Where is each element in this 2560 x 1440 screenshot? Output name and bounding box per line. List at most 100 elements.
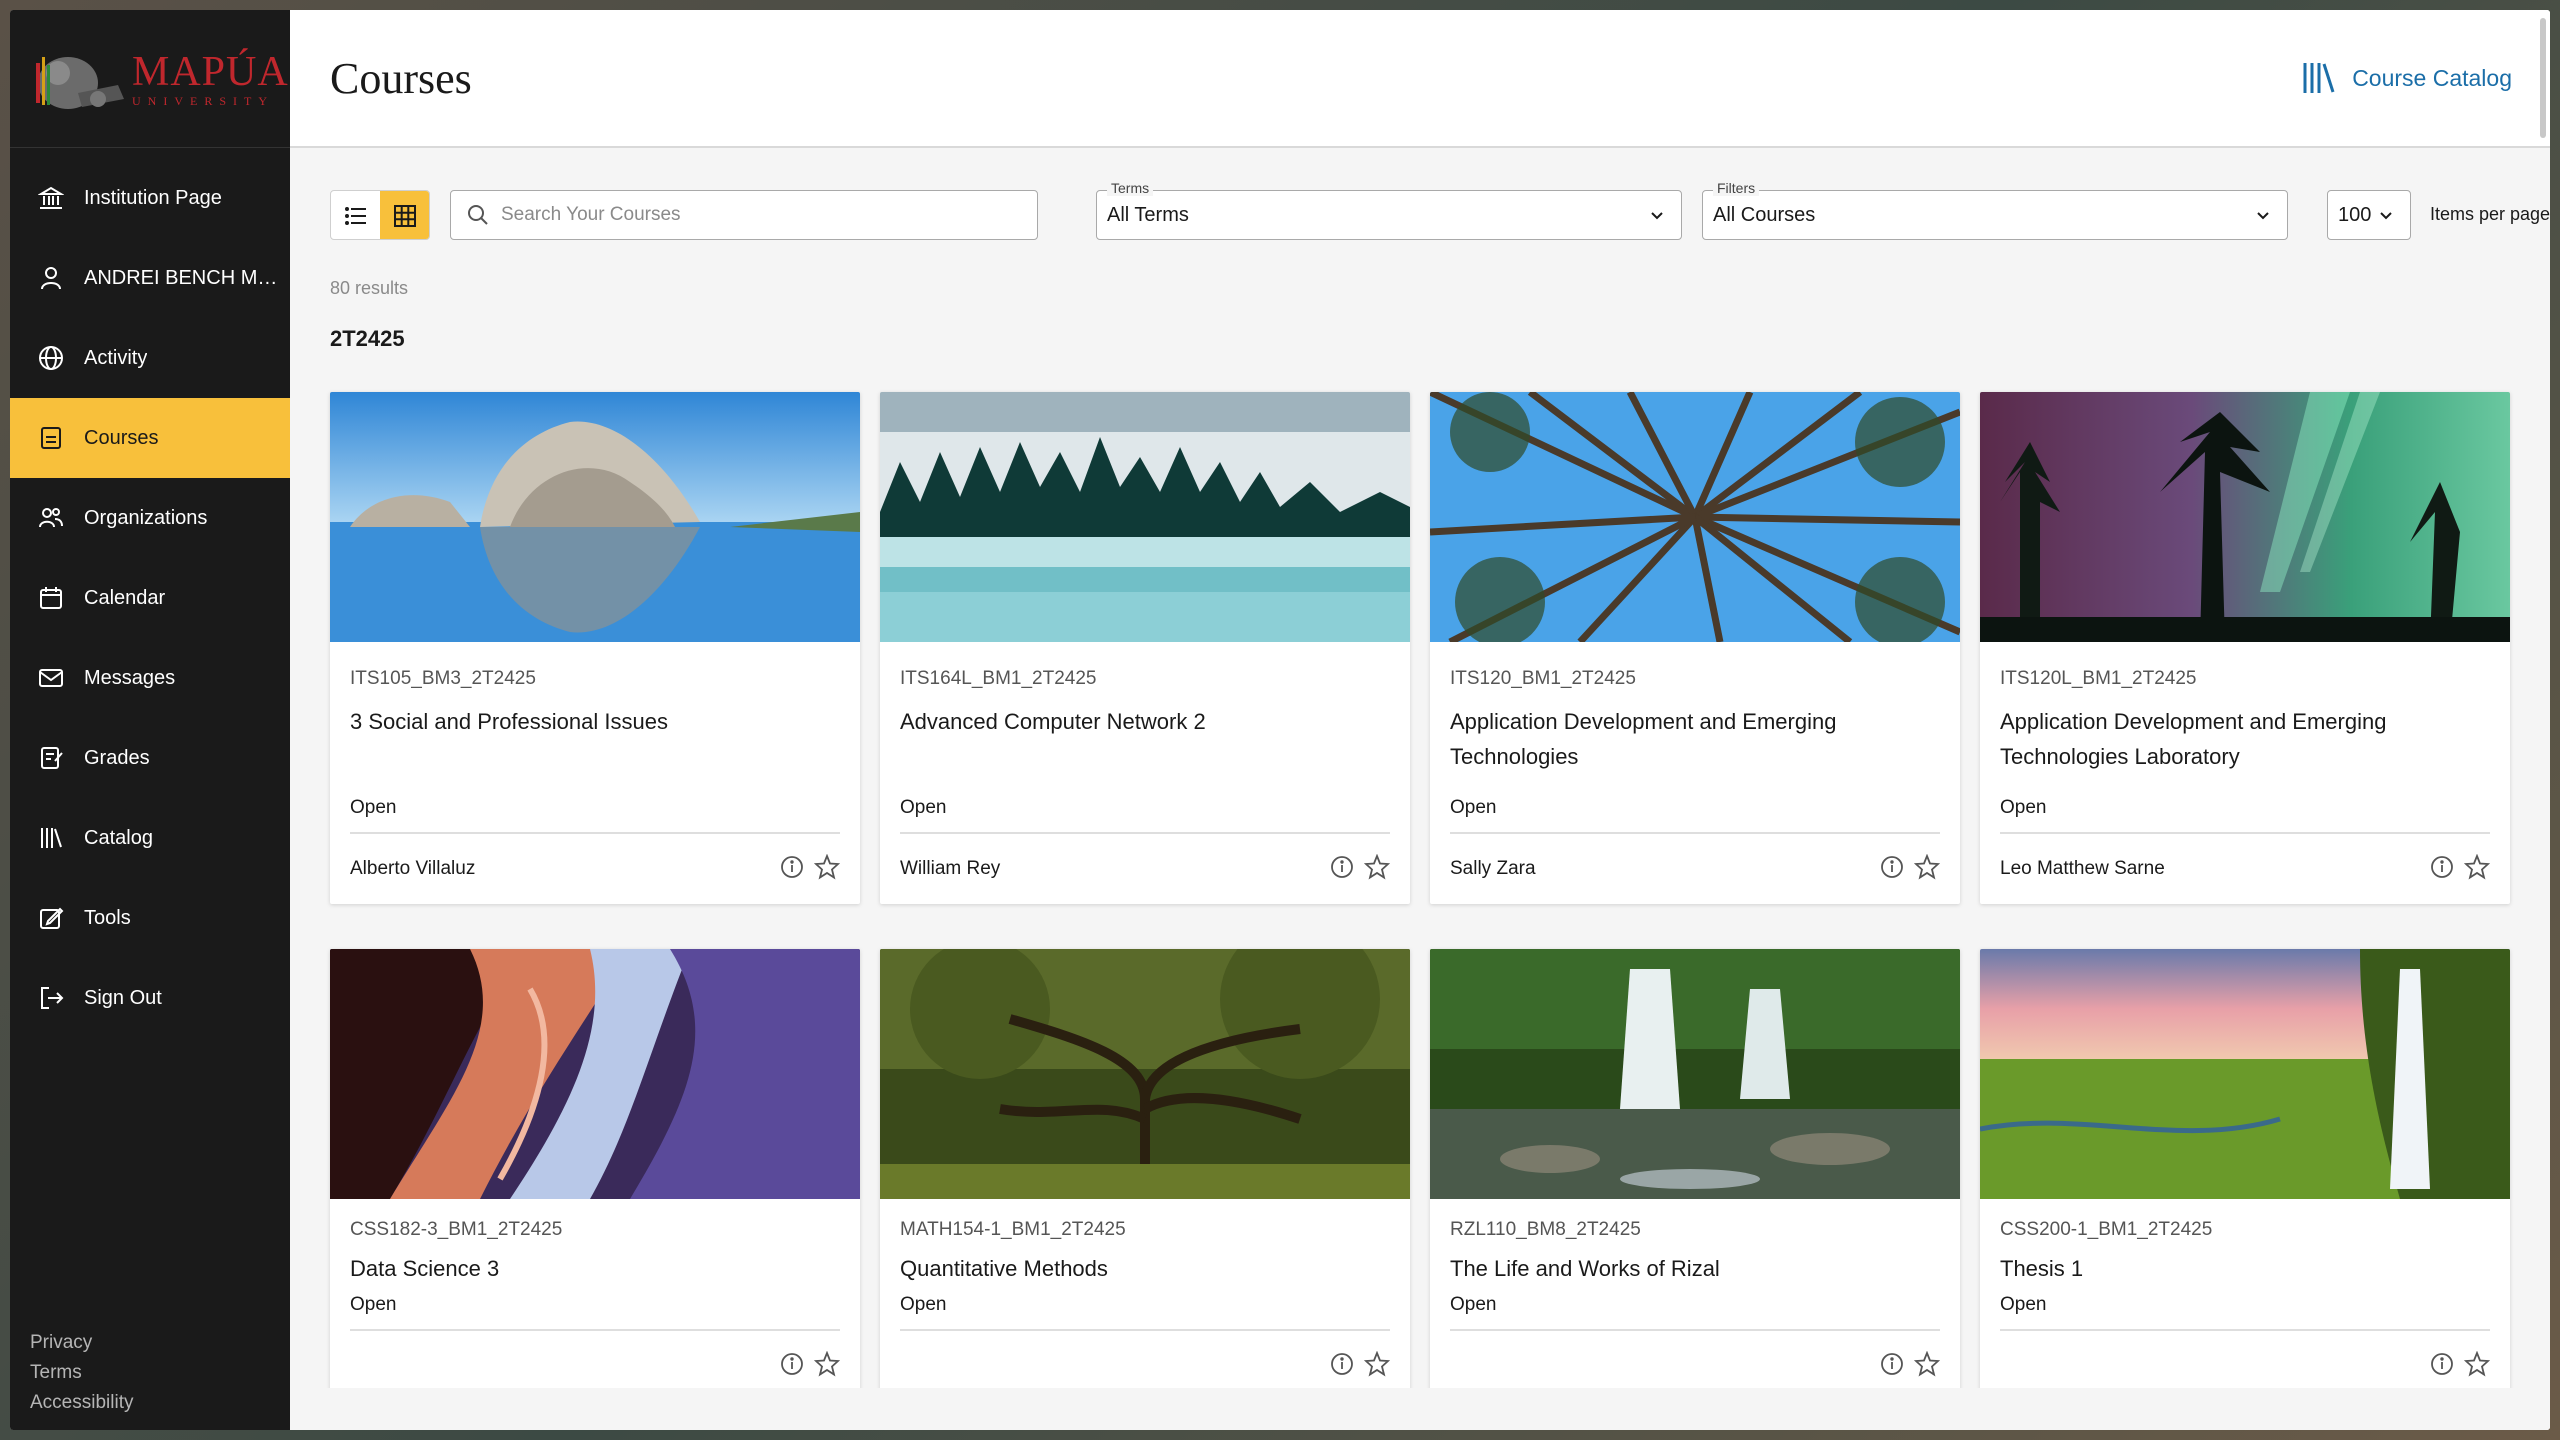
- course-instructor: Leo Matthew Sarne: [2000, 858, 2165, 879]
- course-thumbnail-forest-tree: [880, 949, 1410, 1199]
- course-name[interactable]: Advanced Computer Network 2: [900, 704, 1370, 739]
- sidebar-item-label: Sign Out: [84, 986, 162, 1009]
- course-thumbnail-waterfall-valley: [1980, 949, 2510, 1199]
- sidebar-item-label: Messages: [84, 666, 176, 689]
- grid-view-button[interactable]: [380, 191, 429, 239]
- course-card[interactable]: ITS120_BM1_2T2425 Application Developmen…: [1430, 392, 1960, 904]
- course-thumbnail-waterfall-stream: [1430, 949, 1960, 1199]
- course-name[interactable]: 3 Social and Professional Issues: [350, 704, 820, 739]
- filters-label: Filters: [1713, 180, 1760, 196]
- star-icon[interactable]: [1914, 1351, 1940, 1377]
- accessibility-link[interactable]: Accessibility: [30, 1388, 133, 1418]
- course-catalog-link[interactable]: Course Catalog: [2300, 60, 2512, 96]
- course-thumbnail-lake-rocks: [330, 392, 860, 642]
- catalog-icon: [36, 823, 66, 853]
- scrollbar[interactable]: [2540, 18, 2546, 138]
- tools-icon: [36, 903, 66, 933]
- sidebar-item-tools[interactable]: Tools: [10, 878, 290, 958]
- course-name[interactable]: Application Development and Emerging Tec…: [1450, 704, 1920, 774]
- brand-name: MAPÚA: [132, 48, 289, 95]
- info-icon[interactable]: [1330, 1352, 1354, 1376]
- course-status: Open: [1450, 797, 1497, 818]
- sidebar-item-label: Catalog: [84, 826, 153, 849]
- star-icon[interactable]: [814, 1351, 840, 1377]
- items-per-page-select[interactable]: 100: [2327, 190, 2411, 240]
- course-instructor: Sally Zara: [1450, 858, 1536, 879]
- sign-out-icon: [36, 983, 66, 1013]
- sidebar-item-institution-page[interactable]: Institution Page: [10, 158, 290, 238]
- course-catalog-label: Course Catalog: [2352, 64, 2512, 91]
- grid-icon: [393, 205, 416, 227]
- course-status: Open: [2000, 1294, 2047, 1315]
- calendar-icon: [36, 583, 66, 613]
- sidebar-item-activity[interactable]: Activity: [10, 318, 290, 398]
- course-code: ITS120_BM1_2T2425: [1450, 668, 1636, 689]
- terms-select[interactable]: Terms All Terms: [1096, 180, 1682, 240]
- course-status: Open: [900, 797, 947, 818]
- sidebar-item-messages[interactable]: Messages: [10, 638, 290, 718]
- course-card[interactable]: ITS105_BM3_2T2425 3 Social and Professio…: [330, 392, 860, 904]
- terms-label: Terms: [1107, 180, 1154, 196]
- sidebar-item-profile[interactable]: ANDREI BENCH MAL...: [10, 238, 290, 318]
- info-icon[interactable]: [2430, 1352, 2454, 1376]
- search-input[interactable]: [501, 204, 1021, 226]
- course-card[interactable]: CSS182-3_BM1_2T2425 Data Science 3 Open: [330, 949, 860, 1430]
- sidebar-item-label: Activity: [84, 346, 148, 369]
- privacy-link[interactable]: Privacy: [30, 1328, 133, 1358]
- course-name[interactable]: The Life and Works of Rizal: [1450, 1251, 1920, 1286]
- sidebar-item-label: ANDREI BENCH MAL...: [84, 266, 289, 289]
- sidebar-item-grades[interactable]: Grades: [10, 718, 290, 798]
- sidebar-item-courses[interactable]: Courses: [10, 398, 290, 478]
- course-name[interactable]: Application Development and Emerging Tec…: [2000, 704, 2470, 774]
- course-code: RZL110_BM8_2T2425: [1450, 1219, 1641, 1240]
- star-icon[interactable]: [1364, 1351, 1390, 1377]
- divider: [900, 1329, 1390, 1331]
- globe-icon: [36, 343, 66, 373]
- courses-icon: [36, 423, 66, 453]
- info-icon[interactable]: [2430, 855, 2454, 879]
- list-view-button[interactable]: [331, 191, 380, 239]
- chevron-down-icon: [2380, 212, 2392, 220]
- sidebar-item-calendar[interactable]: Calendar: [10, 558, 290, 638]
- view-toggle: [330, 190, 430, 240]
- course-name[interactable]: Data Science 3: [350, 1251, 820, 1286]
- logo[interactable]: MAPÚA UNIVERSITY: [10, 10, 290, 148]
- sidebar-item-catalog[interactable]: Catalog: [10, 798, 290, 878]
- course-name[interactable]: Quantitative Methods: [900, 1251, 1370, 1286]
- course-card[interactable]: RZL110_BM8_2T2425 The Life and Works of …: [1430, 949, 1960, 1430]
- course-status: Open: [1450, 1294, 1497, 1315]
- course-name[interactable]: Thesis 1: [2000, 1251, 2470, 1286]
- course-card[interactable]: ITS120L_BM1_2T2425 Application Developme…: [1980, 392, 2510, 904]
- star-icon[interactable]: [2464, 854, 2490, 880]
- sidebar-item-sign-out[interactable]: Sign Out: [10, 958, 290, 1038]
- course-status: Open: [900, 1294, 947, 1315]
- terms-link[interactable]: Terms: [30, 1358, 133, 1388]
- star-icon[interactable]: [814, 854, 840, 880]
- divider: [2000, 832, 2490, 834]
- list-icon: [344, 207, 366, 225]
- course-code: CSS200-1_BM1_2T2425: [2000, 1219, 2213, 1240]
- course-instructor: Alberto Villaluz: [350, 858, 476, 879]
- logo-emblem-icon: [28, 43, 138, 115]
- sidebar-item-label: Institution Page: [84, 186, 222, 209]
- sidebar-item-organizations[interactable]: Organizations: [10, 478, 290, 558]
- course-thumbnail-misty-lake: [880, 392, 1410, 642]
- info-icon[interactable]: [1330, 855, 1354, 879]
- info-icon[interactable]: [780, 1352, 804, 1376]
- organizations-icon: [36, 503, 66, 533]
- info-icon[interactable]: [1880, 855, 1904, 879]
- star-icon[interactable]: [2464, 1351, 2490, 1377]
- course-card[interactable]: MATH154-1_BM1_2T2425 Quantitative Method…: [880, 949, 1410, 1430]
- institution-icon: [36, 183, 66, 213]
- scroll-clip: [290, 1388, 2550, 1430]
- star-icon[interactable]: [1914, 854, 1940, 880]
- filters-value: All Courses: [1713, 203, 1816, 226]
- star-icon[interactable]: [1364, 854, 1390, 880]
- main-content: Courses Course Catalog Terms: [290, 10, 2550, 1430]
- info-icon[interactable]: [780, 855, 804, 879]
- filters-select[interactable]: Filters All Courses: [1702, 180, 2288, 240]
- info-icon[interactable]: [1880, 1352, 1904, 1376]
- course-card[interactable]: ITS164L_BM1_2T2425 Advanced Computer Net…: [880, 392, 1410, 904]
- course-card[interactable]: CSS200-1_BM1_2T2425 Thesis 1 Open: [1980, 949, 2510, 1430]
- term-heading: 2T2425: [330, 326, 405, 351]
